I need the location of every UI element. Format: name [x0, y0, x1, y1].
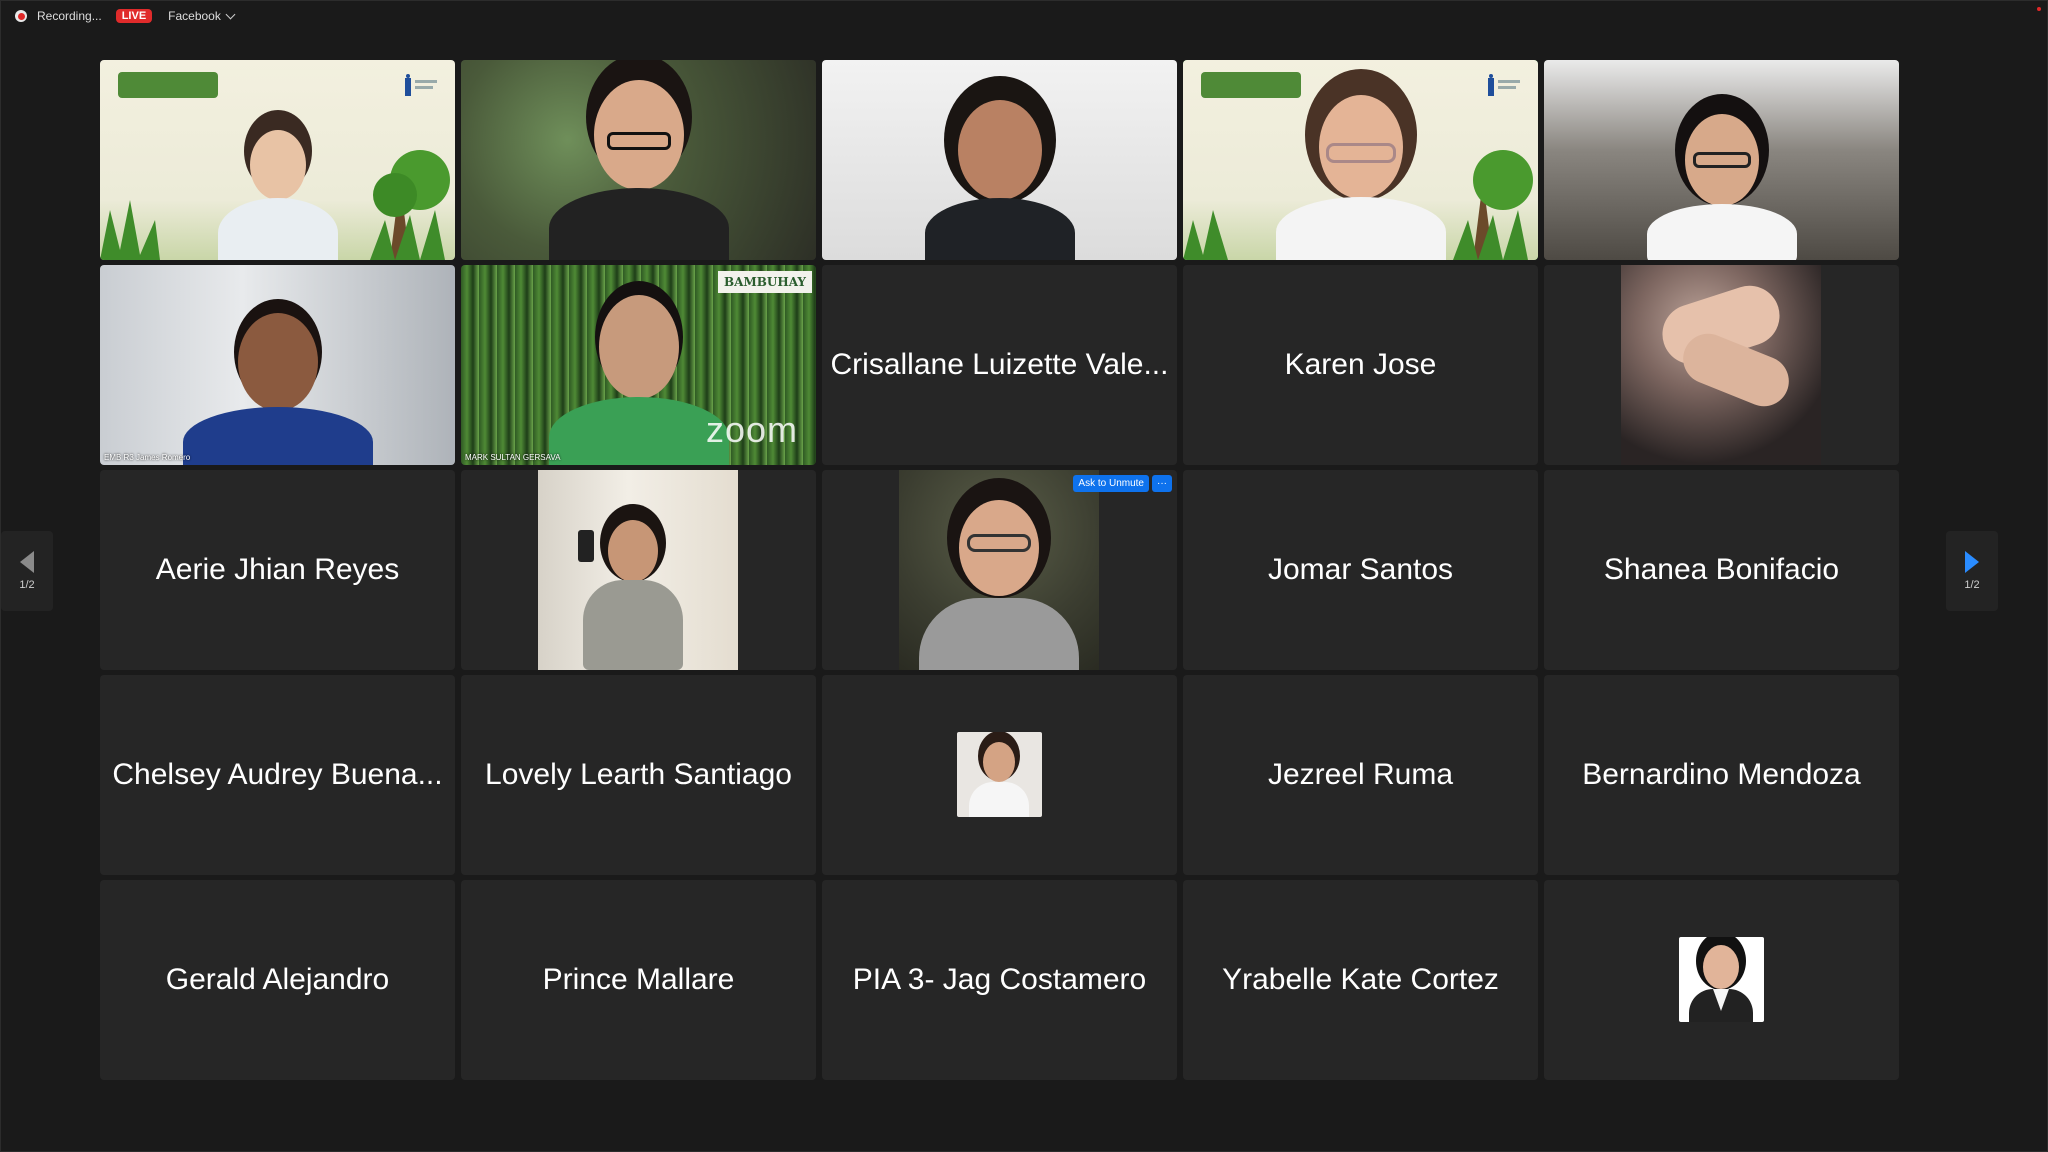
- participant-name: Jezreel Ruma: [1267, 758, 1454, 791]
- participant-name-tile[interactable]: Crisallane Luizette Vale...: [822, 265, 1177, 465]
- next-page-button[interactable]: 1/2: [1946, 531, 1998, 611]
- participant-name: Bernardino Mendoza: [1582, 758, 1861, 791]
- participant-video-tile[interactable]: Ask to Unmute ···: [822, 470, 1177, 670]
- participant-name-tile[interactable]: PIA 3- Jag Costamero: [822, 880, 1177, 1080]
- participant-name: Crisallane Luizette Vale...: [830, 348, 1169, 381]
- video-feed: [1621, 265, 1821, 465]
- participant-name: Chelsey Audrey Buena...: [112, 758, 443, 791]
- participant-video-tile[interactable]: [461, 60, 816, 260]
- participant-caption: EMB R3 James Romero: [104, 453, 191, 462]
- live-badge[interactable]: LIVE: [115, 9, 153, 23]
- participant-name-tile[interactable]: Prince Mallare: [461, 880, 816, 1080]
- participant-figure: [924, 80, 1075, 260]
- participant-name: Karen Jose: [1284, 348, 1437, 381]
- participant-actions: Ask to Unmute ···: [1073, 475, 1172, 492]
- participant-name-tile[interactable]: Jezreel Ruma: [1183, 675, 1538, 875]
- participant-name-tile[interactable]: Gerald Alejandro: [100, 880, 455, 1080]
- top-bar: Recording... LIVE Facebook: [1, 1, 2048, 31]
- participant-name-tile[interactable]: Aerie Jhian Reyes: [100, 470, 455, 670]
- arrow-right-icon: [1965, 551, 1979, 573]
- zoom-watermark: zoom: [705, 409, 798, 450]
- participant-video-tile[interactable]: [1544, 265, 1899, 465]
- participant-name-tile[interactable]: Karen Jose: [1183, 265, 1538, 465]
- participant-name-tile[interactable]: Bernardino Mendoza: [1544, 675, 1899, 875]
- participant-avatar-tile[interactable]: [1544, 880, 1899, 1080]
- participant-figure: [217, 110, 338, 260]
- gallery-grid: EMB R3 James Romero BAMBUHAY zoom MARK S…: [100, 60, 1900, 1080]
- window-indicator-dot: [2037, 7, 2041, 11]
- participant-caption: MARK SULTAN GERSAVA: [465, 453, 561, 462]
- participant-name: Shanea Bonifacio: [1603, 553, 1840, 586]
- participant-name: Aerie Jhian Reyes: [155, 553, 400, 586]
- participant-name: PIA 3- Jag Costamero: [852, 963, 1147, 996]
- video-feed: [899, 470, 1099, 670]
- participant-name: Lovely Learth Santiago: [485, 758, 792, 791]
- participant-name-tile[interactable]: Shanea Bonifacio: [1544, 470, 1899, 670]
- recording-status[interactable]: Recording...: [37, 9, 102, 23]
- previous-page-button[interactable]: 1/2: [1, 531, 53, 611]
- recording-icon[interactable]: [15, 10, 27, 22]
- participant-video-tile[interactable]: [822, 60, 1177, 260]
- participant-video-tile[interactable]: [100, 60, 455, 260]
- profile-photo: [957, 732, 1042, 817]
- participant-name-tile[interactable]: Chelsey Audrey Buena...: [100, 675, 455, 875]
- participant-name-tile[interactable]: Lovely Learth Santiago: [461, 675, 816, 875]
- participant-video-tile[interactable]: [1544, 60, 1899, 260]
- participant-name: Gerald Alejandro: [165, 963, 390, 996]
- participant-video-tile[interactable]: BAMBUHAY zoom MARK SULTAN GERSAVA: [461, 265, 816, 465]
- active-speaker-video-tile[interactable]: [1183, 60, 1538, 260]
- video-feed: [538, 470, 738, 670]
- page-indicator-left: 1/2: [19, 579, 35, 591]
- participant-name: Prince Mallare: [542, 963, 735, 996]
- stream-target-dropdown[interactable]: Facebook: [168, 9, 236, 23]
- participant-name: Jomar Santos: [1267, 553, 1454, 586]
- participant-figure: [182, 295, 373, 465]
- chevron-down-icon: [225, 9, 236, 19]
- profile-photo: [1679, 937, 1764, 1022]
- more-options-button[interactable]: ···: [1152, 475, 1172, 492]
- ask-to-unmute-button[interactable]: Ask to Unmute: [1073, 475, 1149, 492]
- participant-name-tile[interactable]: Yrabelle Kate Cortez: [1183, 880, 1538, 1080]
- stream-target-label: Facebook: [168, 9, 221, 23]
- zoom-meeting-window: Recording... LIVE Facebook 1/2 1/2 EMB R…: [0, 0, 2048, 1152]
- participant-name-tile[interactable]: Jomar Santos: [1183, 470, 1538, 670]
- bambuhay-logo: BAMBUHAY: [718, 271, 812, 293]
- participant-figure: [548, 70, 729, 260]
- participant-video-tile[interactable]: EMB R3 James Romero: [100, 265, 455, 465]
- participant-name: Yrabelle Kate Cortez: [1222, 963, 1499, 996]
- participant-figure: [1275, 75, 1446, 260]
- participant-avatar-tile[interactable]: [822, 675, 1177, 875]
- arrow-left-icon: [20, 551, 34, 573]
- page-indicator-right: 1/2: [1964, 579, 1980, 591]
- participant-figure: [1646, 100, 1797, 260]
- participant-figure: [548, 285, 729, 465]
- participant-video-tile[interactable]: [461, 470, 816, 670]
